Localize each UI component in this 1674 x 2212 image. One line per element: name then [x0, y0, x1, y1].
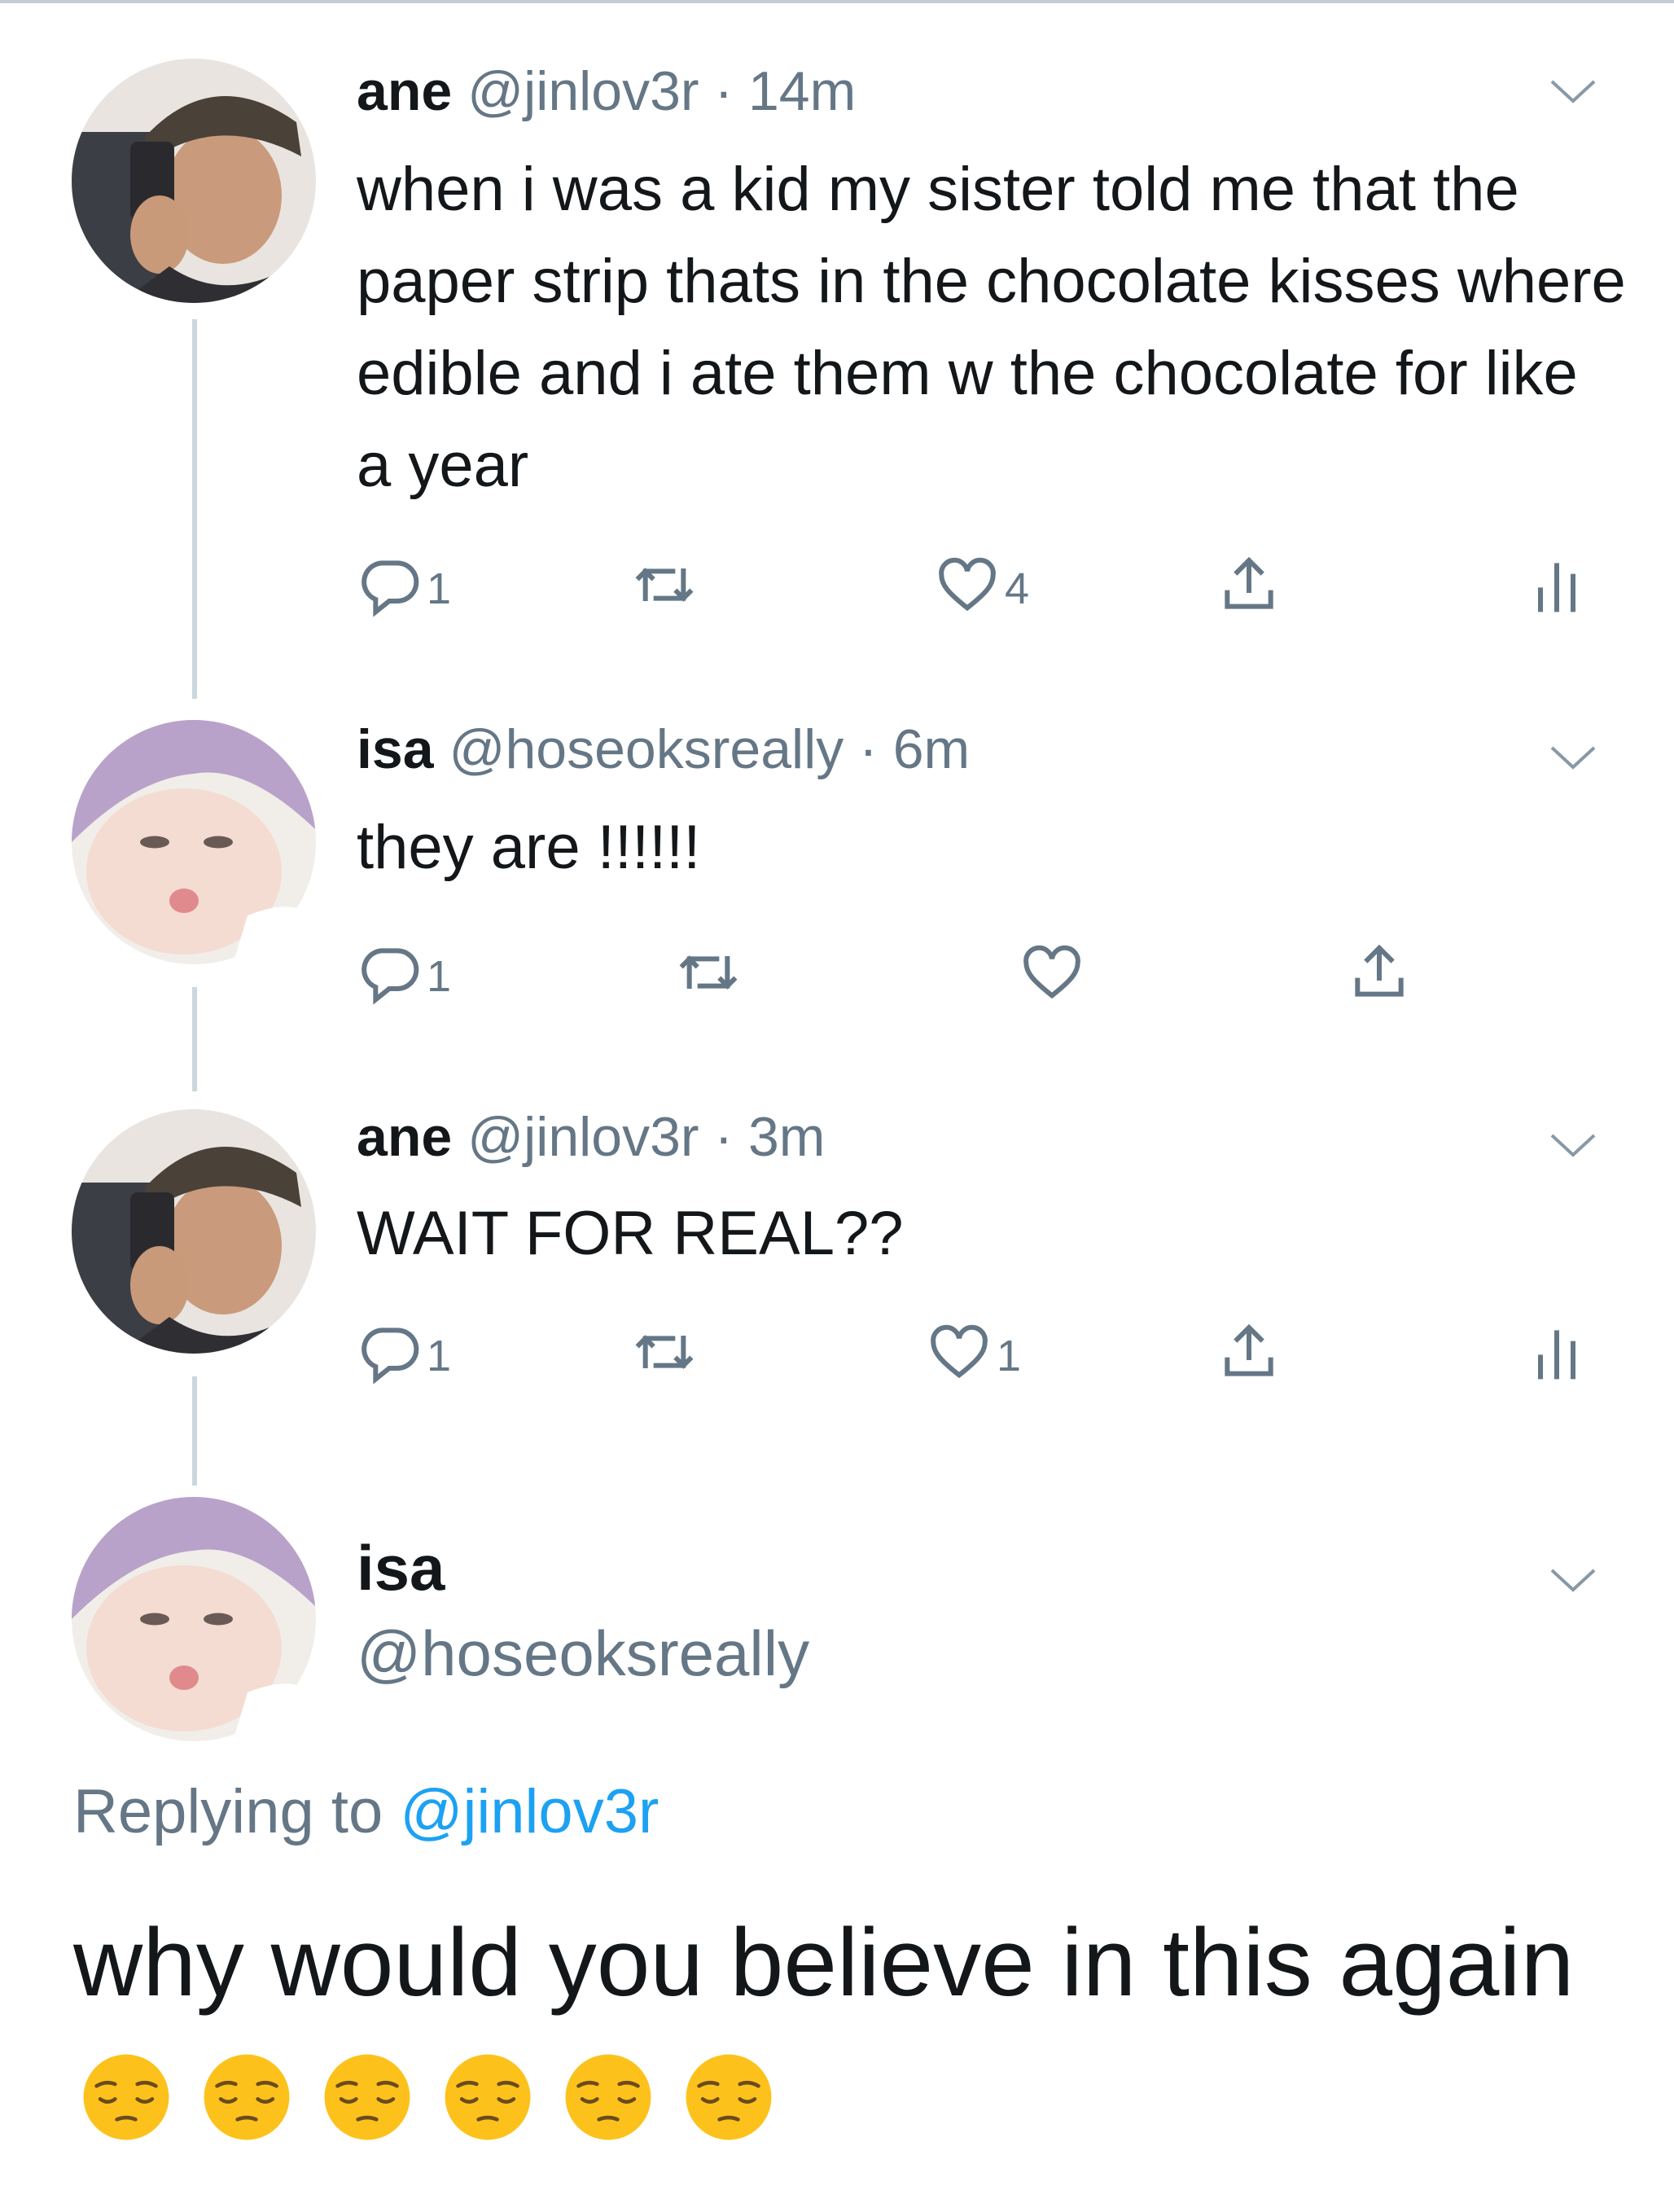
- dot-separator: ·: [699, 1106, 748, 1168]
- tweet-text: they are !!!!!!: [357, 813, 701, 882]
- more-options-button[interactable]: [1547, 75, 1599, 108]
- retweet-button[interactable]: [676, 940, 741, 1005]
- thread-line: [192, 1376, 197, 1486]
- focus-tweet-text: why would you believe in this again: [73, 1909, 1575, 2017]
- replying-to-mention[interactable]: @jinlov3r: [400, 1777, 659, 1846]
- reply-button[interactable]: 1: [357, 940, 451, 1005]
- share-icon: [1225, 1323, 1273, 1376]
- more-options-button[interactable]: [1547, 1564, 1599, 1596]
- replying-to-label: Replying to: [73, 1777, 383, 1846]
- top-divider: [0, 0, 1674, 3]
- pensive-face-icon: [204, 2054, 290, 2140]
- reply-button[interactable]: 1: [357, 552, 451, 617]
- like-count: 4: [1005, 564, 1030, 613]
- tweet-header: ane @jinlov3r · 3m: [357, 1104, 825, 1170]
- like-button[interactable]: 4: [935, 552, 1029, 617]
- share-icon: [1225, 556, 1273, 609]
- avatar-isa-image: [72, 720, 316, 964]
- analytics-button[interactable]: [1524, 552, 1589, 617]
- pensive-face-emoji: [682, 2051, 775, 2144]
- avatar-isa-image: [72, 1497, 316, 1741]
- tweet-text: when i was a kid my sister told me that …: [357, 155, 1626, 500]
- display-name[interactable]: isa: [357, 718, 434, 780]
- pensive-face-icon: [83, 2054, 169, 2140]
- more-options-button[interactable]: [1547, 1129, 1599, 1161]
- like-count: 1: [997, 1332, 1022, 1380]
- like-button[interactable]: 1: [927, 1319, 1021, 1385]
- share-button[interactable]: [1347, 940, 1412, 1005]
- like-button[interactable]: [1019, 940, 1085, 1005]
- avatar-ane[interactable]: [72, 59, 316, 303]
- dot-separator: ·: [699, 60, 748, 122]
- pensive-face-icon: [324, 2054, 410, 2140]
- tweet-header: ane @jinlov3r · 14m: [357, 59, 856, 124]
- username[interactable]: @jinlov3r: [467, 1106, 699, 1168]
- dot-separator: ·: [844, 718, 893, 780]
- share-button[interactable]: [1216, 552, 1282, 617]
- username[interactable]: @jinlov3r: [467, 60, 699, 122]
- retweet-icon: [635, 568, 694, 602]
- timestamp[interactable]: 14m: [748, 60, 856, 122]
- like-icon: [939, 557, 996, 612]
- replying-to-line: Replying to @jinlov3r: [73, 1775, 659, 1849]
- avatar-isa[interactable]: [72, 720, 316, 964]
- thread-line: [192, 319, 197, 699]
- username[interactable]: @hoseoksreally: [449, 718, 844, 780]
- tweet-header: isa @hoseoksreally · 6m: [357, 717, 970, 782]
- like-icon: [931, 1324, 988, 1379]
- share-button[interactable]: [1216, 1319, 1282, 1385]
- analytics-button[interactable]: [1524, 1319, 1589, 1385]
- avatar-ane-image: [72, 1109, 316, 1354]
- avatar-isa[interactable]: [72, 1497, 316, 1741]
- caret-down-icon: [1550, 1569, 1596, 1592]
- pensive-face-emoji: [441, 2051, 534, 2144]
- tweet-text: WAIT FOR REAL??: [357, 1199, 904, 1268]
- analytics-icon: [1538, 563, 1575, 612]
- reply-icon: [362, 1328, 419, 1385]
- caret-down-icon: [1550, 80, 1596, 103]
- display-name[interactable]: isa: [357, 1531, 445, 1604]
- caret-down-icon: [1550, 1134, 1596, 1157]
- avatar-ane-image: [72, 59, 316, 303]
- retweet-button[interactable]: [632, 1319, 697, 1385]
- more-options-button[interactable]: [1547, 741, 1599, 774]
- reply-count: 1: [427, 564, 452, 613]
- caret-down-icon: [1550, 746, 1596, 770]
- pensive-face-icon: [686, 2054, 772, 2140]
- timestamp[interactable]: 6m: [893, 718, 970, 780]
- like-icon: [1023, 945, 1080, 999]
- display-name[interactable]: ane: [357, 60, 452, 122]
- reply-count: 1: [427, 1332, 452, 1380]
- pensive-face-icon: [445, 2054, 531, 2140]
- retweet-icon: [635, 1335, 694, 1369]
- pensive-face-emoji: [200, 2051, 293, 2144]
- display-name[interactable]: ane: [357, 1106, 452, 1168]
- pensive-face-emoji: [562, 2051, 655, 2144]
- reply-icon: [362, 560, 419, 617]
- retweet-icon: [679, 955, 738, 990]
- pensive-face-icon: [565, 2054, 651, 2140]
- reply-icon: [362, 948, 419, 1005]
- pensive-face-emoji: [80, 2051, 173, 2144]
- retweet-button[interactable]: [632, 552, 697, 617]
- share-icon: [1355, 944, 1404, 997]
- thread-line: [192, 987, 197, 1091]
- analytics-icon: [1538, 1330, 1575, 1380]
- reply-count: 1: [427, 952, 452, 1001]
- emoji-row: [80, 2051, 775, 2144]
- avatar-ane[interactable]: [72, 1109, 316, 1354]
- reply-button[interactable]: 1: [357, 1319, 451, 1385]
- timestamp[interactable]: 3m: [748, 1106, 825, 1168]
- username[interactable]: @hoseoksreally: [357, 1617, 809, 1690]
- pensive-face-emoji: [321, 2051, 414, 2144]
